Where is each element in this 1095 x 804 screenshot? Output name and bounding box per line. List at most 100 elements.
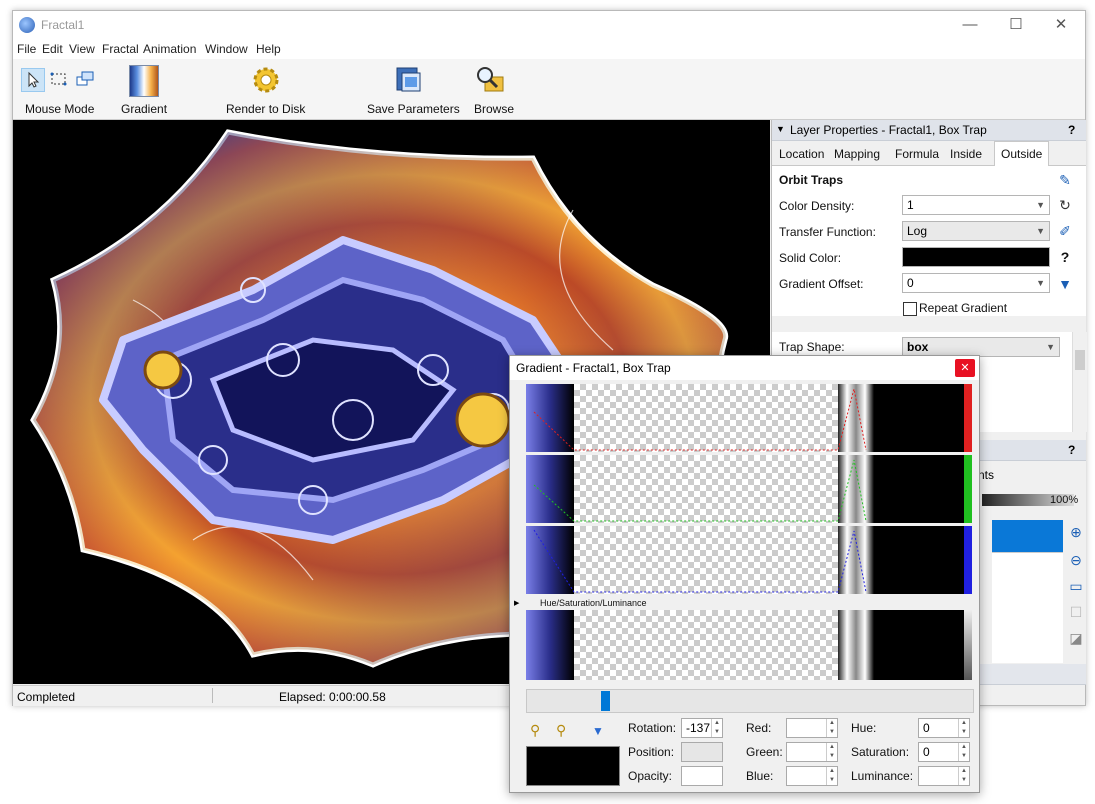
opacity-field[interactable] [681,766,723,786]
gradient-button[interactable]: Gradient [121,102,167,116]
menu-file[interactable]: File [17,42,36,56]
mouse-mode-label[interactable]: Mouse Mode [25,102,94,116]
window-mode-icon[interactable] [75,69,95,89]
close-button[interactable]: ✕ [1038,11,1084,39]
help-icon[interactable]: ? [1068,123,1075,137]
transfer-function-value: Log [907,224,928,238]
position-field[interactable] [681,742,723,762]
blue-field[interactable]: ▲ ▼ [786,766,838,786]
menu-edit[interactable]: Edit [42,42,63,56]
position-label: Position: [628,745,675,759]
triangle-down-icon[interactable]: ▼ [592,724,604,738]
select-arrow-icon[interactable] [21,68,45,92]
rotation-label: Rotation: [628,721,677,735]
edit-icon[interactable]: ✐ [1057,223,1073,239]
hue-value: 0 [923,721,930,735]
hue-field[interactable]: 0 ▲ ▼ [918,718,970,738]
triangle-down-icon[interactable]: ▼ [1057,276,1073,292]
solid-color-label: Solid Color: [779,251,842,265]
selected-layer[interactable] [992,520,1063,552]
menu-animation[interactable]: Animation [143,42,196,56]
luminance-label: Luminance: [851,769,914,783]
green-field[interactable]: ▲ ▼ [786,742,838,762]
palette-icon[interactable]: ✎ [1057,172,1073,188]
blue-channel-strip[interactable] [526,526,972,594]
rotation-field[interactable]: -137 ▲ ▼ [681,718,723,738]
properties-scrollbar[interactable] [1072,332,1087,432]
tab-location[interactable]: Location [773,144,830,164]
menu-fractal[interactable]: Fractal [102,42,139,56]
remove-layer-icon[interactable]: ⊖ [1068,552,1084,568]
dropdown-icon: ▼ [1036,278,1045,288]
gradient-title-bar: Gradient - Fractal1, Box Trap ✕ [510,356,979,380]
blue-label: Blue: [746,769,774,783]
luminance-field[interactable]: ▲ ▼ [918,766,970,786]
spin-arrows-icon[interactable]: ▲ ▼ [958,767,969,785]
color-swatch[interactable] [526,746,620,786]
tab-inside[interactable]: Inside [944,144,988,164]
save-disk-icon[interactable] [394,65,424,95]
help-icon[interactable]: ? [1057,249,1073,265]
help-icon[interactable]: ? [1068,443,1075,457]
status-text: Completed [17,690,76,704]
menu-view[interactable]: View [69,42,95,56]
status-divider [212,688,213,703]
spin-arrows-icon[interactable]: ▲ ▼ [958,719,969,737]
remove-point-icon[interactable]: ⚲ [556,722,566,739]
gradient-close-button[interactable]: ✕ [955,359,975,377]
render-gear-icon[interactable] [251,65,281,95]
layer-list[interactable] [992,552,1063,663]
transfer-function-select[interactable]: Log ▼ [902,221,1050,241]
add-layer-icon[interactable]: ⊕ [1068,524,1084,540]
reset-icon[interactable]: ↻ [1057,197,1073,213]
zoom-box-icon[interactable] [49,69,69,89]
spin-arrows-icon[interactable]: ▲ ▼ [826,719,837,737]
browse-magnifier-icon[interactable] [475,65,505,95]
green-label: Green: [746,745,783,759]
render-to-disk-button[interactable]: Render to Disk [226,102,305,116]
expand-triangle-icon[interactable]: ▶ [514,599,519,607]
gradient-offset-value: 0 [907,276,914,290]
repeat-gradient-checkbox[interactable] [903,302,917,316]
saturation-field[interactable]: 0 ▲ ▼ [918,742,970,762]
red-field[interactable]: ▲ ▼ [786,718,838,738]
toolbar: Mouse Mode Gradient Render to Disk Save … [13,59,1085,120]
layer-properties-title: Layer Properties - Fractal1, Box Trap [790,123,987,137]
red-channel-strip[interactable] [526,384,972,452]
spin-arrows-icon[interactable]: ▲ ▼ [826,767,837,785]
luminance-strip[interactable] [526,610,972,680]
color-density-field[interactable]: 1 ▼ [902,195,1050,215]
tab-outside[interactable]: Outside [994,141,1050,166]
gradient-editor-window: Gradient - Fractal1, Box Trap ✕ ▶ Hue/Sa… [509,355,980,793]
hsl-label: Hue/Saturation/Luminance [540,598,647,608]
spin-arrows-icon[interactable]: ▲ ▼ [826,743,837,761]
gradient-icon[interactable] [129,65,159,97]
color-density-value: 1 [907,198,914,212]
slider-thumb[interactable] [601,691,610,711]
spin-arrows-icon[interactable]: ▲ ▼ [711,719,722,737]
add-point-icon[interactable]: ⚲ [530,722,540,739]
browse-button[interactable]: Browse [474,102,514,116]
save-parameters-button[interactable]: Save Parameters [367,102,460,116]
menu-window[interactable]: Window [205,42,248,56]
trap-shape-select[interactable]: box ▼ [902,337,1060,357]
minimize-button[interactable]: — [947,11,993,39]
menu-help[interactable]: Help [256,42,281,56]
tab-formula[interactable]: Formula [889,144,945,164]
scrollbar-thumb[interactable] [1075,350,1085,370]
merge-icon[interactable]: ◪ [1068,630,1084,646]
app-icon [19,17,35,33]
maximize-button[interactable]: ☐ [993,11,1039,39]
trap-shape-label: Trap Shape: [779,340,845,354]
spin-arrows-icon[interactable]: ▲ ▼ [958,743,969,761]
tab-mapping[interactable]: Mapping [828,144,886,164]
green-channel-strip[interactable] [526,455,972,523]
gradient-position-slider[interactable] [526,689,974,713]
opacity-value: 100% [1050,494,1079,506]
checkbox-icon[interactable]: ☐ [1068,604,1084,620]
add-mask-icon[interactable]: ▭ [1068,578,1084,594]
gradient-offset-field[interactable]: 0 ▼ [902,273,1050,293]
collapse-triangle-icon[interactable]: ▼ [776,124,785,134]
solid-color-swatch[interactable] [902,247,1050,267]
layers-tab-fragment[interactable]: nts [978,468,994,482]
